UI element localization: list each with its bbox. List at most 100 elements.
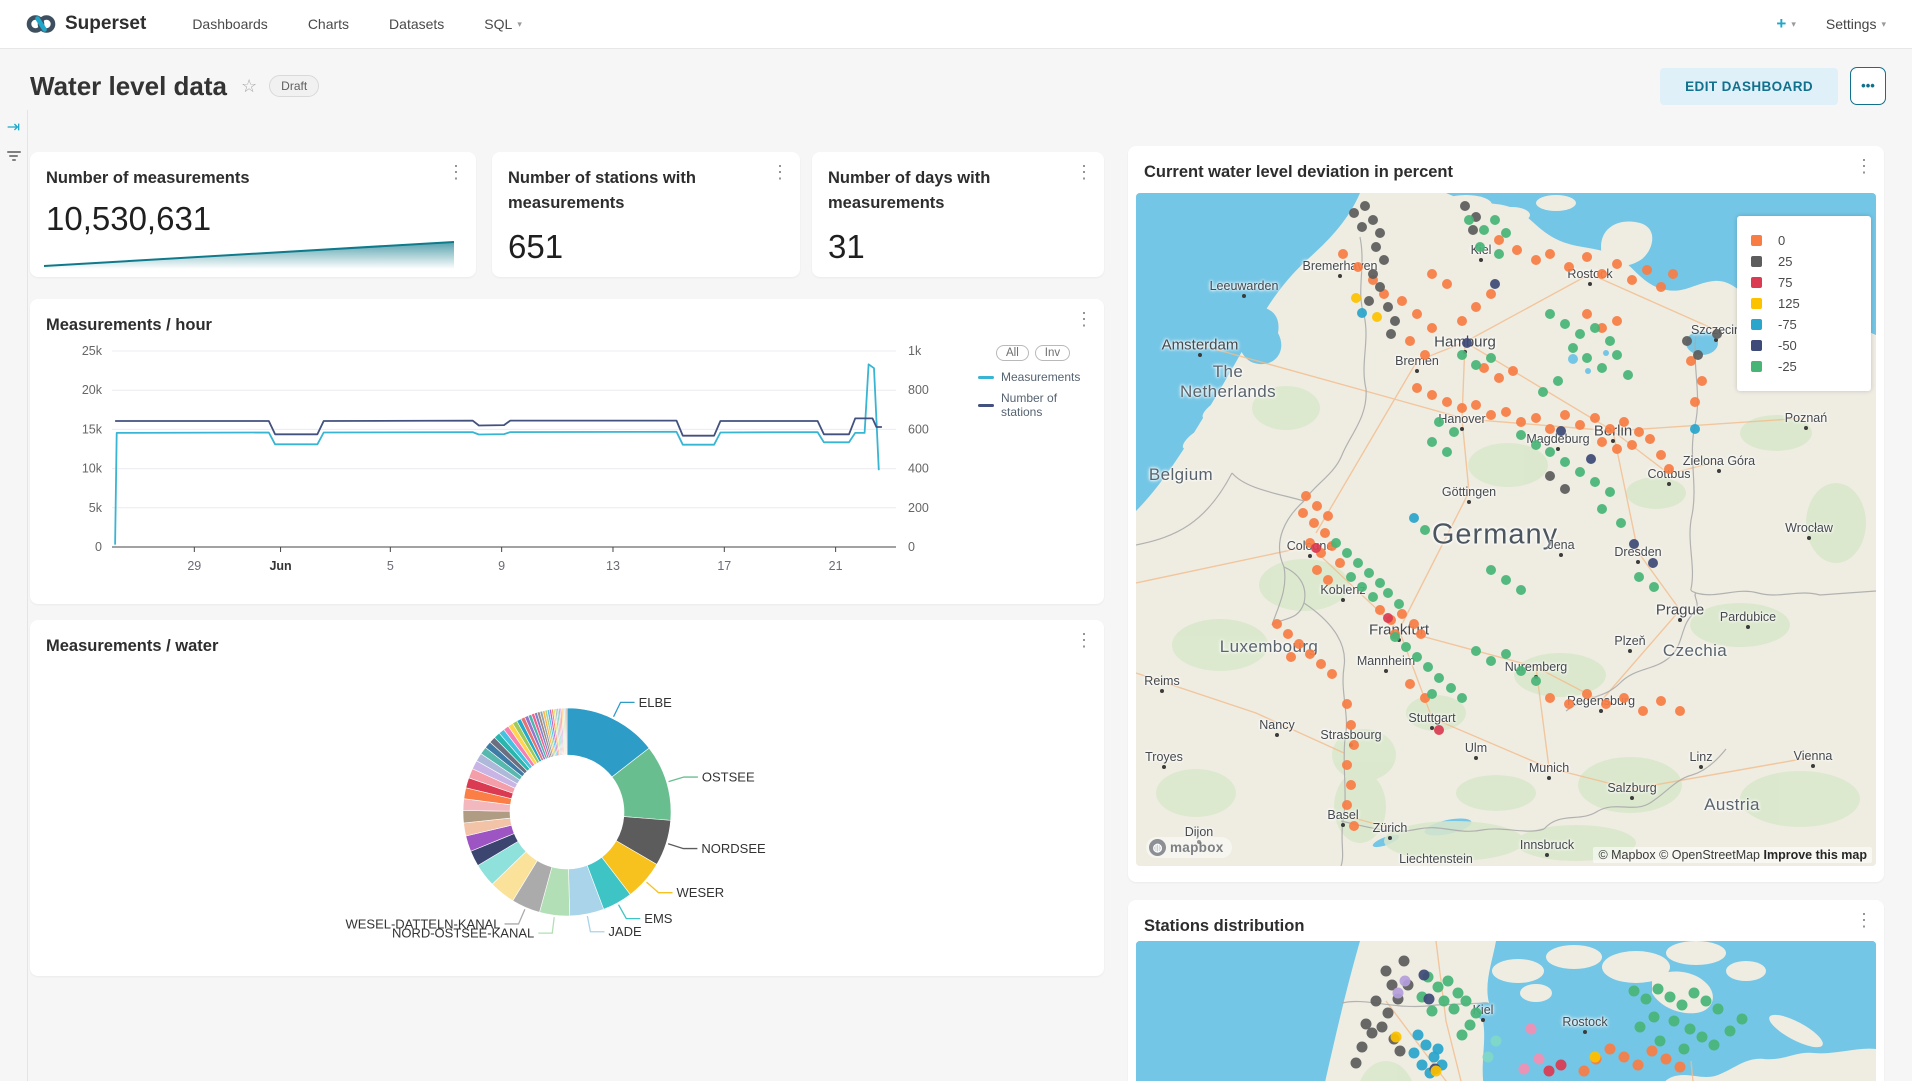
filter-icon[interactable]: [7, 151, 21, 161]
station-dot: [1586, 454, 1596, 464]
kebab-menu-icon[interactable]: ⋮: [1075, 163, 1093, 181]
settings-menu[interactable]: Settings ▾: [1826, 16, 1886, 32]
station-dot: [1512, 245, 1522, 255]
map-label: Liechtenstein: [1399, 852, 1473, 866]
station-dot: [1342, 800, 1352, 810]
station-dot: [1427, 390, 1437, 400]
map-label: Nuremberg: [1505, 660, 1568, 674]
station-dot: [1377, 1022, 1388, 1033]
map-label: Linz: [1690, 750, 1713, 764]
improve-map-link[interactable]: Improve this map: [1764, 848, 1868, 862]
station-dot: [1679, 1044, 1690, 1055]
station-dot: [1623, 370, 1633, 380]
station-dot: [1368, 269, 1378, 279]
chart-title: Measurements / water: [46, 634, 1060, 659]
svg-text:OSTSEE: OSTSEE: [702, 770, 755, 785]
station-dot: [1564, 262, 1574, 272]
kebab-menu-icon[interactable]: ⋮: [447, 163, 465, 181]
kebab-menu-icon[interactable]: ⋮: [1855, 911, 1873, 929]
expand-filters-icon[interactable]: ⇥: [7, 120, 20, 136]
donut-chart[interactable]: ELBEOSTSEENORDSEEWESEREMSJADENORD-OSTSEE…: [46, 660, 1088, 968]
nav-item-sql[interactable]: SQL ▾: [484, 16, 522, 32]
nav-item-datasets[interactable]: Datasets: [389, 16, 444, 32]
edit-dashboard-button[interactable]: EDIT DASHBOARD: [1660, 68, 1838, 105]
station-dot: [1560, 319, 1570, 329]
map-label: Göttingen: [1442, 485, 1496, 499]
station-dot: [1400, 976, 1411, 987]
map-label: Salzburg: [1607, 781, 1656, 795]
station-dot: [1575, 329, 1585, 339]
station-dot: [1381, 966, 1392, 977]
legend-zoom-all[interactable]: All: [996, 345, 1029, 361]
superset-brand[interactable]: Superset: [26, 9, 146, 39]
legend-item[interactable]: Number of stations: [978, 391, 1100, 419]
kebab-menu-icon[interactable]: ⋮: [771, 163, 789, 181]
station-dot: [1427, 437, 1437, 447]
map-legend-item: 25: [1751, 254, 1857, 269]
map-label: Wrocław: [1785, 521, 1833, 535]
station-dot: [1627, 275, 1637, 285]
stations-map-canvas[interactable]: KielRostock: [1136, 941, 1876, 1081]
chart-legend: All Inv Measurements Number of stations: [978, 343, 1100, 426]
station-dot: [1393, 988, 1404, 999]
station-dot: [1690, 397, 1700, 407]
legend-item[interactable]: Measurements: [978, 370, 1100, 384]
station-dot: [1421, 1040, 1432, 1051]
station-dot: [1460, 201, 1470, 211]
station-dot: [1449, 1004, 1460, 1015]
mapbox-logo[interactable]: ◍ mapbox: [1146, 837, 1232, 858]
kebab-menu-icon[interactable]: ⋮: [1855, 157, 1873, 175]
station-dot: [1401, 642, 1411, 652]
mapbox-logo-icon: ◍: [1149, 839, 1166, 856]
station-dot: [1545, 471, 1555, 481]
station-dot: [1590, 413, 1600, 423]
station-dot: [1545, 693, 1555, 703]
map-label: Bremen: [1395, 354, 1439, 368]
station-dot: [1357, 308, 1367, 318]
station-dot: [1668, 269, 1678, 279]
nav-item-dashboards[interactable]: Dashboards: [192, 16, 268, 32]
station-dot: [1661, 1054, 1672, 1065]
station-dot: [1409, 619, 1419, 629]
nav-item-charts[interactable]: Charts: [308, 16, 349, 32]
kebab-menu-icon[interactable]: ⋮: [1075, 310, 1093, 328]
station-dot: [1305, 649, 1315, 659]
station-dot: [1582, 309, 1592, 319]
new-item-button[interactable]: + ▾: [1776, 14, 1795, 34]
station-dot: [1361, 1019, 1372, 1030]
deviation-map-canvas[interactable]: 02575125-75-50-25 ◍ mapbox © Mapbox © Op…: [1136, 193, 1876, 866]
favorite-star-icon[interactable]: ☆: [241, 76, 257, 97]
map-legend-item: -50: [1751, 338, 1857, 353]
station-dot: [1582, 353, 1592, 363]
station-dot: [1713, 1004, 1724, 1015]
station-dot: [1590, 1052, 1601, 1063]
map-label: Troyes: [1145, 750, 1183, 764]
station-dot: [1427, 689, 1437, 699]
station-dot: [1675, 1062, 1686, 1073]
station-dot: [1409, 1048, 1420, 1059]
station-dot: [1582, 689, 1592, 699]
legend-series: Measurements Number of stations: [978, 370, 1100, 419]
line-chart[interactable]: 005k20010k40015k60020k80025k1k29Jun59131…: [34, 337, 1054, 599]
map-legend-item: 125: [1751, 296, 1857, 311]
chart-title: Stations distribution: [1144, 914, 1840, 939]
svg-text:21: 21: [829, 559, 843, 573]
filter-rail: ⇥: [0, 110, 28, 1081]
station-dot: [1560, 484, 1570, 494]
station-dot: [1360, 201, 1370, 211]
station-dot: [1635, 1022, 1646, 1033]
station-dot: [1605, 336, 1615, 346]
map-label: Bremerhaven: [1302, 259, 1377, 273]
station-dot: [1423, 662, 1433, 672]
kebab-menu-icon[interactable]: ⋮: [1075, 631, 1093, 649]
more-actions-button[interactable]: •••: [1850, 67, 1886, 105]
station-dot: [1545, 447, 1555, 457]
map-label: Pardubice: [1720, 610, 1776, 624]
map-label: Reims: [1144, 674, 1179, 688]
station-dot: [1519, 1064, 1530, 1075]
legend-zoom-inv[interactable]: Inv: [1035, 345, 1070, 361]
station-dot: [1424, 994, 1435, 1005]
station-dot: [1364, 568, 1374, 578]
station-dot: [1464, 215, 1474, 225]
station-dot: [1427, 269, 1437, 279]
